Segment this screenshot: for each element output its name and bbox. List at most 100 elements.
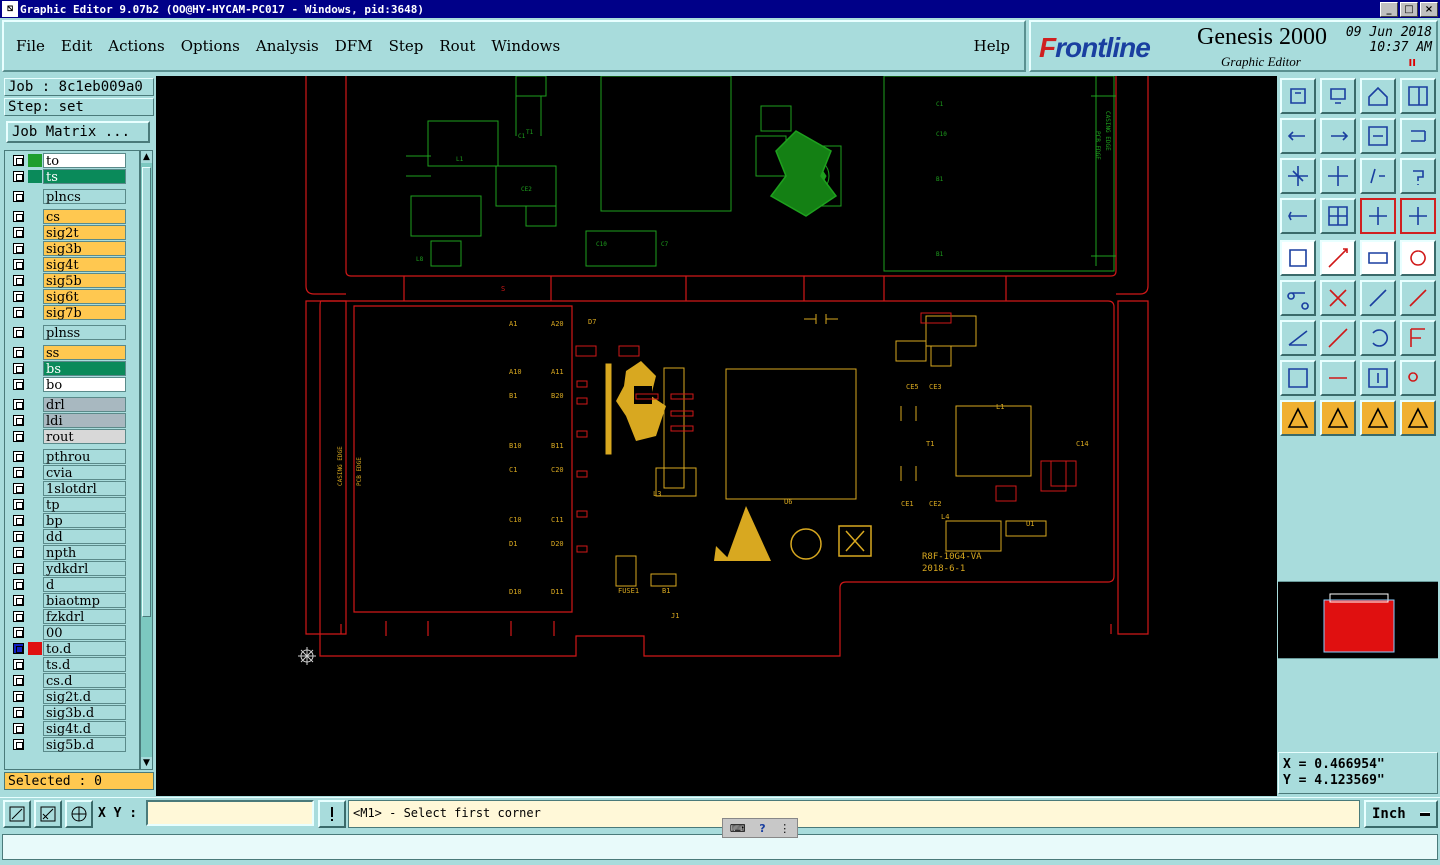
job-matrix-button[interactable]: Job Matrix ...	[6, 121, 150, 143]
layer-name[interactable]: sig3b.d	[43, 705, 126, 721]
tool-button-36[interactable]	[1400, 400, 1436, 436]
layer-row[interactable]: tp	[5, 497, 139, 513]
layer-checkbox[interactable]	[13, 483, 24, 494]
tool-button-4[interactable]	[1400, 78, 1436, 114]
tool-button-16[interactable]	[1400, 198, 1436, 234]
layer-checkbox[interactable]	[13, 643, 24, 654]
menu-file[interactable]: File	[16, 37, 45, 55]
app-icon[interactable]: ⧅	[2, 1, 18, 17]
tool-button-32[interactable]	[1400, 360, 1436, 396]
layer-row[interactable]: sig7b	[5, 305, 139, 321]
layer-row[interactable]: cs	[5, 209, 139, 225]
layer-row[interactable]: 00	[5, 625, 139, 641]
scroll-thumb[interactable]	[142, 167, 151, 617]
layer-name[interactable]: sig7b	[43, 305, 126, 321]
layer-checkbox[interactable]	[13, 451, 24, 462]
layer-row[interactable]: to.d	[5, 641, 139, 657]
layer-row[interactable]: npth	[5, 545, 139, 561]
layer-name[interactable]: biaotmp	[43, 593, 126, 609]
layer-checkbox[interactable]	[13, 347, 24, 358]
tool-button-25[interactable]	[1280, 320, 1316, 356]
layer-checkbox[interactable]	[13, 291, 24, 302]
layer-name[interactable]: sig5b	[43, 273, 126, 289]
layer-checkbox[interactable]	[13, 499, 24, 510]
layer-checkbox[interactable]	[13, 171, 24, 182]
more-icon[interactable]: ⋮	[779, 822, 790, 835]
snap-button[interactable]	[34, 800, 62, 828]
layer-name[interactable]: sig3b	[43, 241, 126, 257]
layer-row[interactable]: ldi	[5, 413, 139, 429]
layer-row[interactable]: sig5b.d	[5, 737, 139, 753]
layer-color-swatch[interactable]	[28, 170, 42, 183]
layer-checkbox[interactable]	[13, 307, 24, 318]
layer-name[interactable]: 00	[43, 625, 126, 641]
tool-button-6[interactable]	[1320, 118, 1356, 154]
layer-name[interactable]: rout	[43, 429, 126, 445]
tool-button-5[interactable]	[1280, 118, 1316, 154]
tool-button-18[interactable]	[1320, 240, 1356, 276]
layer-name[interactable]: sig2t.d	[43, 689, 126, 705]
layer-row[interactable]: rout	[5, 429, 139, 445]
tool-button-15[interactable]	[1360, 198, 1396, 234]
tool-button-1[interactable]	[1280, 78, 1316, 114]
maximize-button[interactable]: □	[1400, 1, 1418, 17]
layer-checkbox[interactable]	[13, 515, 24, 526]
tool-button-23[interactable]	[1360, 280, 1396, 316]
help-icon[interactable]: ?	[759, 822, 765, 835]
layer-name[interactable]: to.d	[43, 641, 126, 657]
tool-button-33[interactable]	[1280, 400, 1316, 436]
layer-row[interactable]: biaotmp	[5, 593, 139, 609]
layer-row[interactable]: ts.d	[5, 657, 139, 673]
layer-checkbox[interactable]	[13, 415, 24, 426]
layer-checkbox[interactable]	[13, 259, 24, 270]
layer-row[interactable]: sig3b.d	[5, 705, 139, 721]
layer-name[interactable]: ss	[43, 345, 126, 361]
menu-options[interactable]: Options	[181, 37, 240, 55]
layer-checkbox[interactable]	[13, 379, 24, 390]
layer-row[interactable]: d	[5, 577, 139, 593]
layer-checkbox[interactable]	[13, 363, 24, 374]
layer-row[interactable]: pthrou	[5, 449, 139, 465]
layer-checkbox[interactable]	[13, 191, 24, 202]
layer-name[interactable]: cvia	[43, 465, 126, 481]
layer-checkbox[interactable]	[13, 579, 24, 590]
layer-row[interactable]: plnss	[5, 325, 139, 341]
layer-row[interactable]: fzkdrl	[5, 609, 139, 625]
menu-rout[interactable]: Rout	[439, 37, 475, 55]
tool-button-9[interactable]	[1280, 158, 1316, 194]
layer-row[interactable]: sig4t	[5, 257, 139, 273]
info-button[interactable]	[318, 800, 346, 828]
layer-color-swatch[interactable]	[28, 642, 42, 655]
xy-input[interactable]	[146, 800, 314, 826]
tool-button-30[interactable]	[1320, 360, 1356, 396]
graphic-canvas[interactable]: C1 L1 T1 CE2 C10 C7 L8 C1 C10 B1 B1 A1 A…	[156, 76, 1277, 796]
tool-button-19[interactable]	[1360, 240, 1396, 276]
menu-windows[interactable]: Windows	[491, 37, 560, 55]
layer-checkbox[interactable]	[13, 467, 24, 478]
layer-scrollbar[interactable]: ▲ ▼	[140, 150, 153, 770]
layer-row[interactable]: sig2t.d	[5, 689, 139, 705]
menu-actions[interactable]: Actions	[108, 37, 164, 55]
overview-map[interactable]	[1278, 581, 1438, 659]
layer-checkbox[interactable]	[13, 595, 24, 606]
layer-row[interactable]: sig5b	[5, 273, 139, 289]
layer-name[interactable]: sig6t	[43, 289, 126, 305]
layer-name[interactable]: sig5b.d	[43, 737, 126, 753]
tool-button-11[interactable]	[1360, 158, 1396, 194]
layer-name[interactable]: bs	[43, 361, 126, 377]
menu-step[interactable]: Step	[389, 37, 424, 55]
layer-name[interactable]: ts.d	[43, 657, 126, 673]
menu-analysis[interactable]: Analysis	[256, 37, 319, 55]
layer-name[interactable]: npth	[43, 545, 126, 561]
keyboard-icon[interactable]: ⌨	[730, 822, 746, 835]
layer-name[interactable]: 1slotdrl	[43, 481, 126, 497]
layer-checkbox[interactable]	[13, 659, 24, 670]
layer-row[interactable]: 1slotdrl	[5, 481, 139, 497]
tool-button-3[interactable]	[1360, 78, 1396, 114]
layer-checkbox[interactable]	[13, 675, 24, 686]
tool-button-14[interactable]	[1320, 198, 1356, 234]
layer-row[interactable]: ts	[5, 169, 139, 185]
layer-name[interactable]: to	[43, 153, 126, 169]
close-button[interactable]: ×	[1420, 1, 1438, 17]
layer-checkbox[interactable]	[13, 155, 24, 166]
